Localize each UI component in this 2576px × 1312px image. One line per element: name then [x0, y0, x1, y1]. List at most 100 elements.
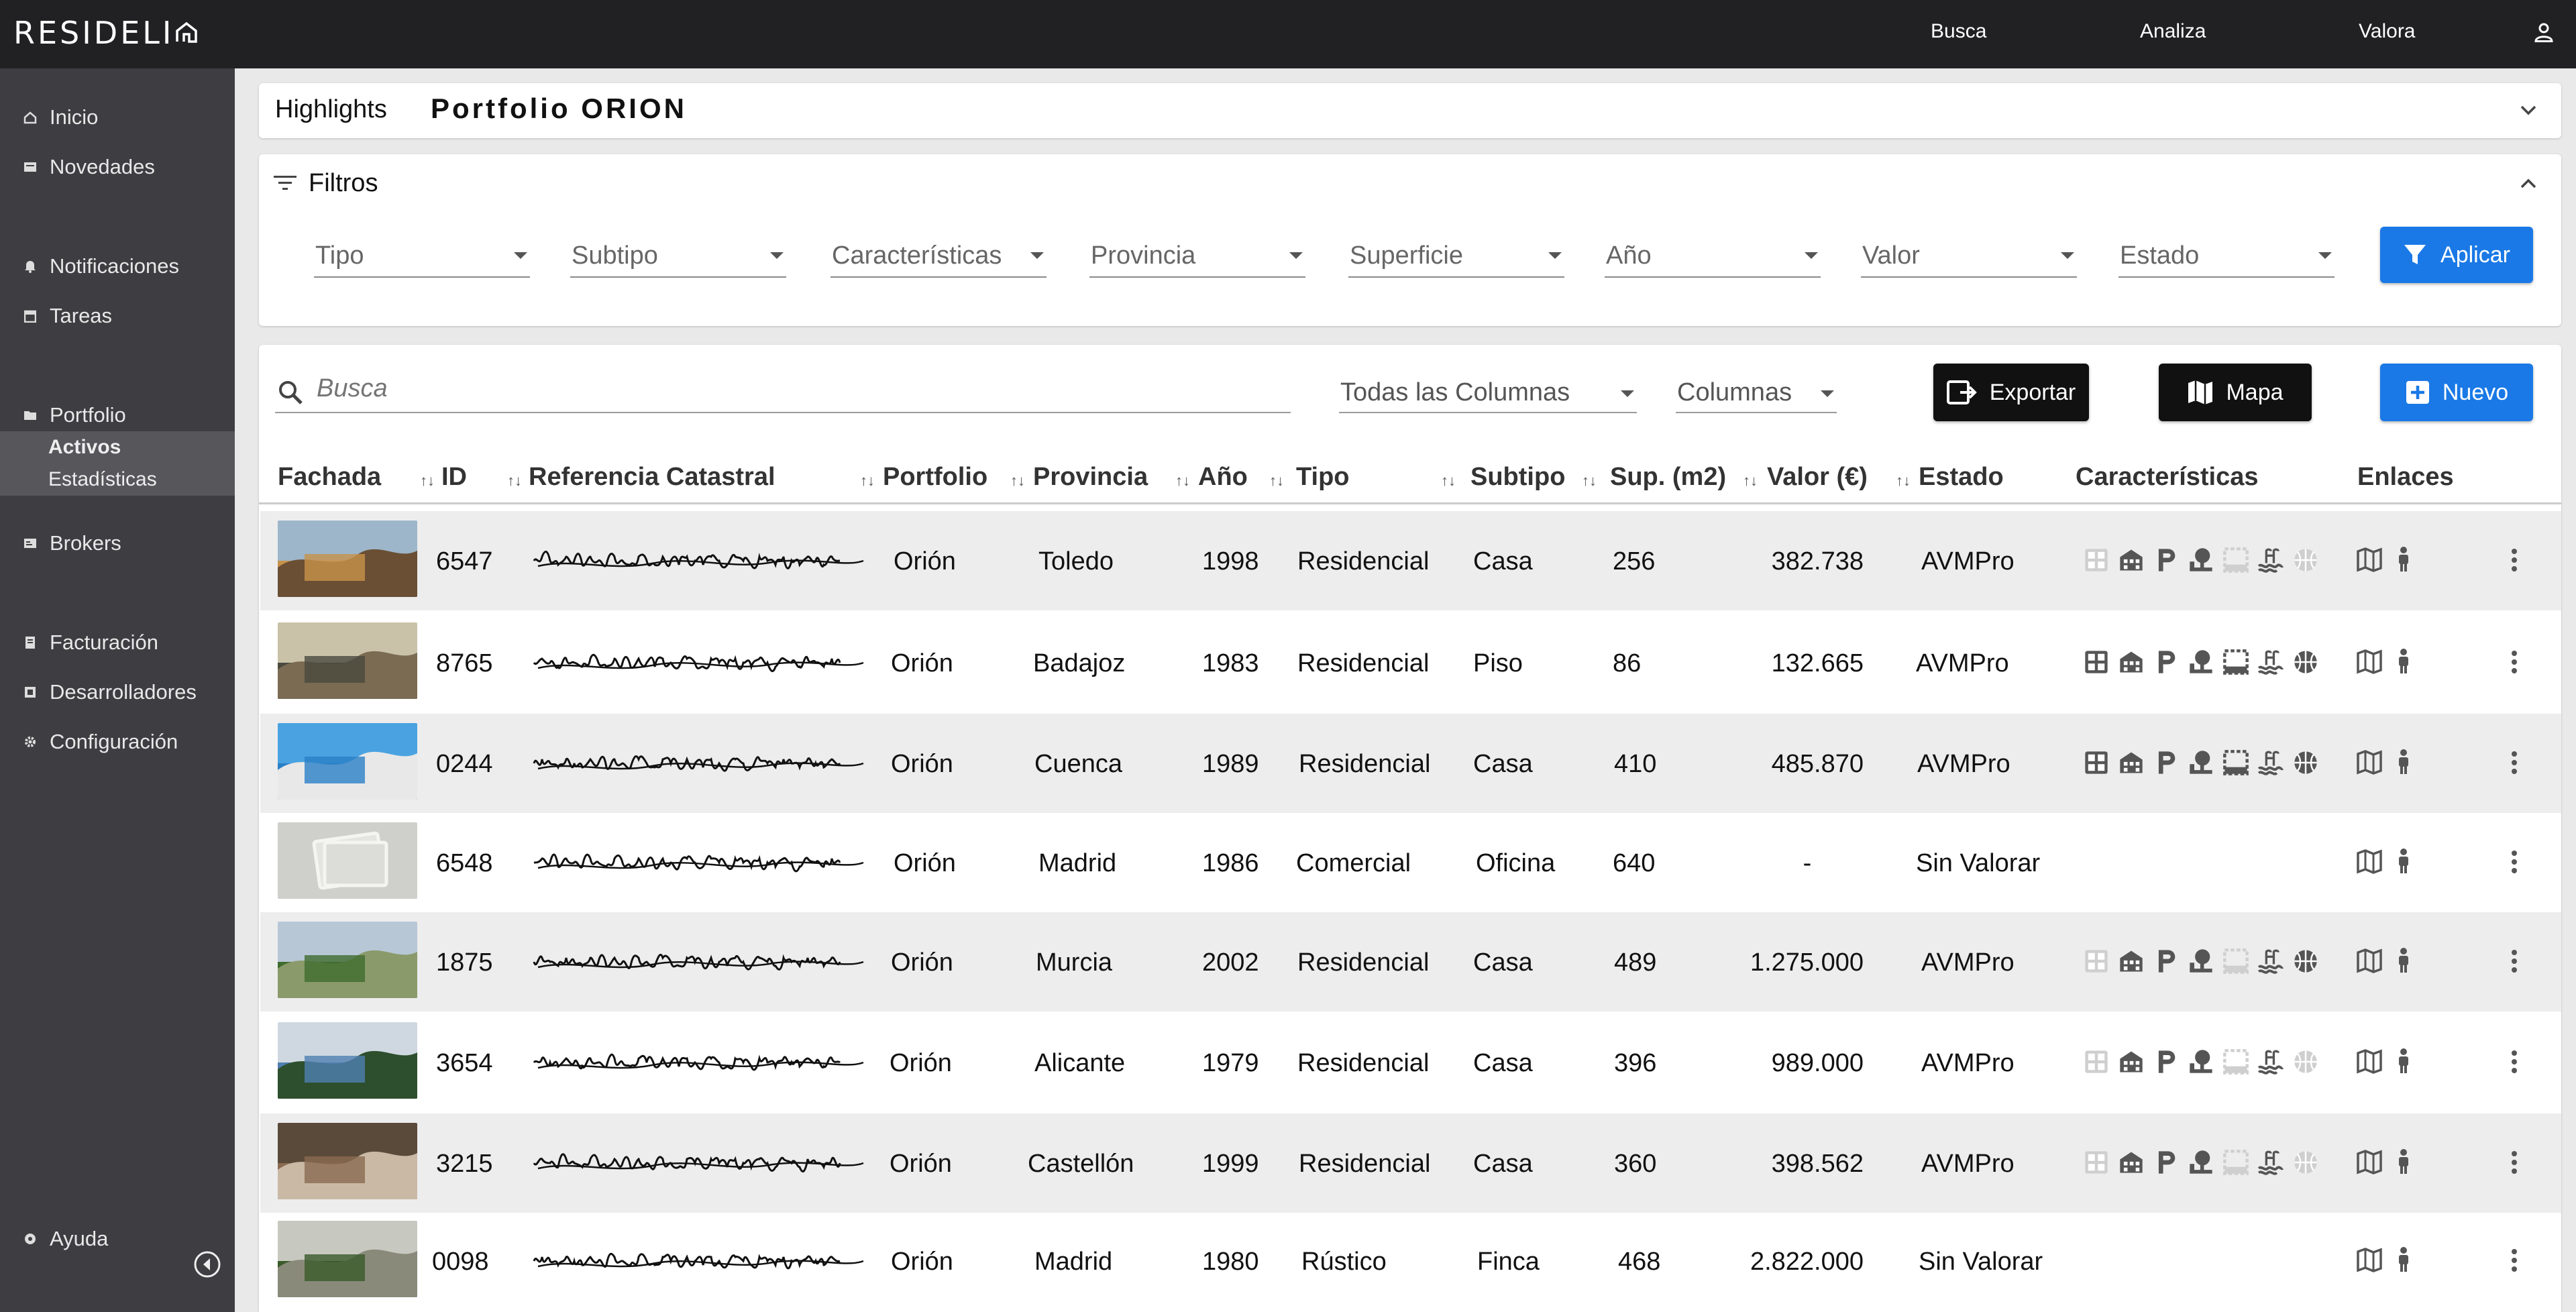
row-menu-icon[interactable]: [2506, 1045, 2522, 1079]
map-link-icon[interactable]: [2356, 947, 2383, 977]
col-id[interactable]: ID: [441, 463, 467, 492]
table-row[interactable]: 8765 Orión Badajoz 1983 Residencial Piso 86 132…: [260, 613, 2561, 712]
sidebar-item-inicio[interactable]: Inicio: [0, 101, 235, 133]
sort-icon[interactable]: ↑↓: [1896, 472, 1911, 490]
topnav-valora[interactable]: Valora: [2359, 20, 2416, 43]
row-menu-icon[interactable]: [2506, 645, 2522, 679]
facade-thumbnail[interactable]: [278, 723, 417, 800]
col-superficie[interactable]: Sup. (m2): [1610, 463, 1726, 492]
sort-icon[interactable]: ↑↓: [1010, 472, 1025, 490]
cell-provincia: Cuenca: [1034, 750, 1122, 778]
search-input[interactable]: [317, 374, 1256, 403]
highlights-panel[interactable]: Highlights Portfolio ORION: [259, 83, 2561, 138]
filter-estado-dropdown[interactable]: Estado: [2118, 237, 2334, 278]
sort-icon[interactable]: ↑↓: [1175, 472, 1190, 490]
sort-icon[interactable]: ↑↓: [1441, 472, 1456, 490]
sidebar-item-desarrolladores[interactable]: Desarrolladores: [0, 676, 235, 708]
filter-provincia-dropdown[interactable]: Provincia: [1089, 237, 1305, 278]
table-row[interactable]: 3654 Orión Alicante 1979 Residencial Casa 396 9…: [260, 1013, 2561, 1112]
filter-caracteristicas-dropdown[interactable]: Características: [830, 237, 1046, 278]
facade-thumbnail[interactable]: [278, 1221, 417, 1297]
street-view-icon[interactable]: [2395, 648, 2412, 678]
topnav-busca[interactable]: Busca: [1931, 20, 1986, 43]
facade-thumbnail[interactable]: [278, 521, 417, 597]
col-anio[interactable]: Año: [1198, 463, 1248, 492]
row-menu-icon[interactable]: [2506, 543, 2522, 577]
sidebar-item-notificaciones[interactable]: Notificaciones: [0, 250, 235, 282]
sort-icon[interactable]: ↑↓: [860, 472, 875, 490]
sidebar-item-activos[interactable]: Activos: [0, 431, 235, 463]
street-view-icon[interactable]: [2395, 947, 2412, 977]
new-asset-button[interactable]: Nuevo: [2380, 364, 2533, 421]
row-menu-icon[interactable]: [2506, 845, 2522, 879]
col-portfolio[interactable]: Portfolio: [883, 463, 987, 492]
apply-filters-button[interactable]: Aplicar: [2380, 227, 2533, 283]
map-link-icon[interactable]: [2356, 648, 2383, 678]
collapse-sidebar-icon[interactable]: [193, 1250, 221, 1278]
col-fachada[interactable]: Fachada: [278, 463, 381, 492]
filter-valor-dropdown[interactable]: Valor: [1861, 237, 2077, 278]
facade-thumbnail[interactable]: [278, 822, 417, 899]
street-view-icon[interactable]: [2395, 1148, 2412, 1179]
sidebar-item-configuracion[interactable]: Configuración: [0, 726, 235, 758]
search-field[interactable]: [275, 372, 1291, 413]
sort-icon[interactable]: ↑↓: [1582, 472, 1597, 490]
sidebar-item-estadisticas[interactable]: Estadísticas: [0, 463, 235, 496]
user-icon[interactable]: [2532, 20, 2556, 44]
sort-icon[interactable]: ↑↓: [420, 472, 435, 490]
chevron-down-icon[interactable]: [2518, 102, 2538, 118]
sports-icon: [2290, 545, 2321, 576]
map-button[interactable]: Mapa: [2159, 364, 2312, 421]
app-logo[interactable]: RESIDELI: [13, 15, 198, 51]
filter-anio-dropdown[interactable]: Año: [1605, 237, 1821, 278]
all-columns-dropdown[interactable]: Todas las Columnas: [1339, 372, 1637, 413]
street-view-icon[interactable]: [2395, 848, 2412, 878]
col-estado[interactable]: Estado: [1919, 463, 2004, 492]
map-link-icon[interactable]: [2356, 546, 2383, 576]
sidebar-item-brokers[interactable]: Brokers: [0, 527, 235, 559]
map-link-icon[interactable]: [2356, 1048, 2383, 1078]
sidebar-item-tareas[interactable]: Tareas: [0, 300, 235, 332]
table-row[interactable]: 1875 Orión Murcia 2002 Residencial Casa 489 1.2…: [260, 912, 2561, 1012]
street-view-icon[interactable]: [2395, 749, 2412, 779]
col-subtipo[interactable]: Subtipo: [1470, 463, 1565, 492]
sidebar-item-facturacion[interactable]: Facturación: [0, 626, 235, 659]
map-link-icon[interactable]: [2356, 848, 2383, 878]
columns-dropdown[interactable]: Columnas: [1676, 372, 1837, 413]
street-view-icon[interactable]: [2395, 1246, 2412, 1276]
row-menu-icon[interactable]: [2506, 1146, 2522, 1179]
row-menu-icon[interactable]: [2506, 944, 2522, 978]
row-menu-icon[interactable]: [2506, 746, 2522, 779]
sort-icon[interactable]: ↑↓: [1743, 472, 1758, 490]
table-row[interactable]: 0098 Orión Madrid 1980 Rústico Finca 468 2.822.…: [260, 1211, 2561, 1311]
facade-thumbnail[interactable]: [278, 1022, 417, 1099]
sidebar-item-portfolio[interactable]: Portfolio: [0, 399, 235, 431]
map-link-icon[interactable]: [2356, 1148, 2383, 1179]
facade-thumbnail[interactable]: [278, 1123, 417, 1199]
filter-superficie-dropdown[interactable]: Superficie: [1348, 237, 1564, 278]
sort-icon[interactable]: ↑↓: [1269, 472, 1284, 490]
col-valor[interactable]: Valor (€): [1767, 463, 1868, 492]
filter-subtipo-dropdown[interactable]: Subtipo: [570, 237, 786, 278]
chevron-up-icon[interactable]: [2518, 176, 2538, 192]
table-row[interactable]: 6548 Orión Madrid 1986 Comercial Oficina 640 - S…: [260, 813, 2561, 912]
filter-tipo-dropdown[interactable]: Tipo: [314, 237, 530, 278]
caret-down-icon: [1030, 252, 1044, 259]
export-button[interactable]: Exportar: [1933, 364, 2089, 421]
facade-thumbnail[interactable]: [278, 622, 417, 699]
street-view-icon[interactable]: [2395, 546, 2412, 576]
sort-icon[interactable]: ↑↓: [507, 472, 522, 490]
col-referencia-catastral[interactable]: Referencia Catastral: [529, 463, 775, 492]
street-view-icon[interactable]: [2395, 1048, 2412, 1078]
col-provincia[interactable]: Provincia: [1033, 463, 1148, 492]
map-link-icon[interactable]: [2356, 749, 2383, 779]
topnav-analiza[interactable]: Analiza: [2140, 20, 2206, 43]
row-menu-icon[interactable]: [2506, 1244, 2522, 1277]
facade-thumbnail[interactable]: [278, 922, 417, 998]
col-tipo[interactable]: Tipo: [1296, 463, 1350, 492]
table-row[interactable]: 0244 Orión Cuenca 1989 Residencial Casa 410 485…: [260, 714, 2561, 813]
map-link-icon[interactable]: [2356, 1246, 2383, 1276]
table-row[interactable]: 3215 Orión Castellón 1999 Residencial Casa 360…: [260, 1113, 2561, 1213]
sidebar-item-novedades[interactable]: Novedades: [0, 151, 235, 183]
table-row[interactable]: 6547 Orión Toledo 1998 Residencial Casa 256 382…: [260, 511, 2561, 610]
